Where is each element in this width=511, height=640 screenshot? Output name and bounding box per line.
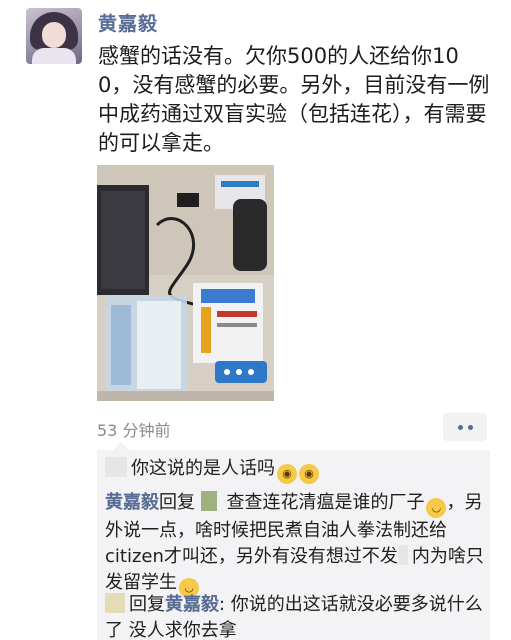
reply-word: 回复 bbox=[159, 492, 195, 513]
moments-post: 黄嘉毅 感蟹的话没有。欠你500的人还给你100，没有感蟹的必要。另外，目前没有… bbox=[0, 0, 511, 640]
redacted-nickname bbox=[105, 593, 125, 613]
avatar[interactable] bbox=[26, 8, 82, 64]
comment-item[interactable]: 回复黄嘉毅: 你说的出这话就没必要多说什么了 没人求你去拿 bbox=[105, 592, 485, 640]
flushed-face-icon: ◉ bbox=[299, 464, 319, 484]
redacted-nickname bbox=[105, 457, 127, 477]
smiling-face-icon: ◡ bbox=[426, 498, 447, 518]
more-actions-button[interactable] bbox=[443, 413, 487, 441]
reply-word: 回复 bbox=[129, 594, 165, 615]
dot-icon bbox=[457, 424, 463, 430]
avatar-face bbox=[42, 22, 66, 48]
comment-author[interactable]: 黄嘉毅 bbox=[105, 492, 159, 513]
comments-section: 你这说的是人话吗 ◉ ◉ 黄嘉毅回复 查查连花清瘟是谁的厂子 ◡ ，另外说一点，啥时候把… bbox=[97, 442, 490, 640]
post-timestamp: 53 分钟前 bbox=[97, 421, 171, 440]
redacted-nickname bbox=[200, 491, 217, 511]
comment-text: 查查连花清瘟是谁的厂子 bbox=[226, 492, 425, 513]
post-author-name[interactable]: 黄嘉毅 bbox=[98, 9, 158, 36]
comment-text: 你这说的是人话吗 bbox=[131, 458, 275, 479]
post-text: 感蟹的话没有。欠你500的人还给你100，没有感蟹的必要。另外，目前没有一例中成… bbox=[98, 44, 490, 155]
redacted-text bbox=[397, 545, 408, 565]
reply-target[interactable]: 黄嘉毅 bbox=[165, 594, 219, 615]
comment-item[interactable]: 你这说的是人话吗 ◉ ◉ bbox=[105, 456, 485, 484]
dot-icon bbox=[467, 424, 473, 430]
photo-illustration bbox=[97, 165, 274, 401]
flushed-face-icon: ◉ bbox=[277, 464, 297, 484]
comment-item[interactable]: 黄嘉毅回复 查查连花清瘟是谁的厂子 ◡ ，另外说一点，啥时候把民煮自油人拳法制还给c… bbox=[105, 490, 485, 598]
avatar-body bbox=[32, 48, 76, 64]
post-photo[interactable] bbox=[97, 165, 274, 401]
